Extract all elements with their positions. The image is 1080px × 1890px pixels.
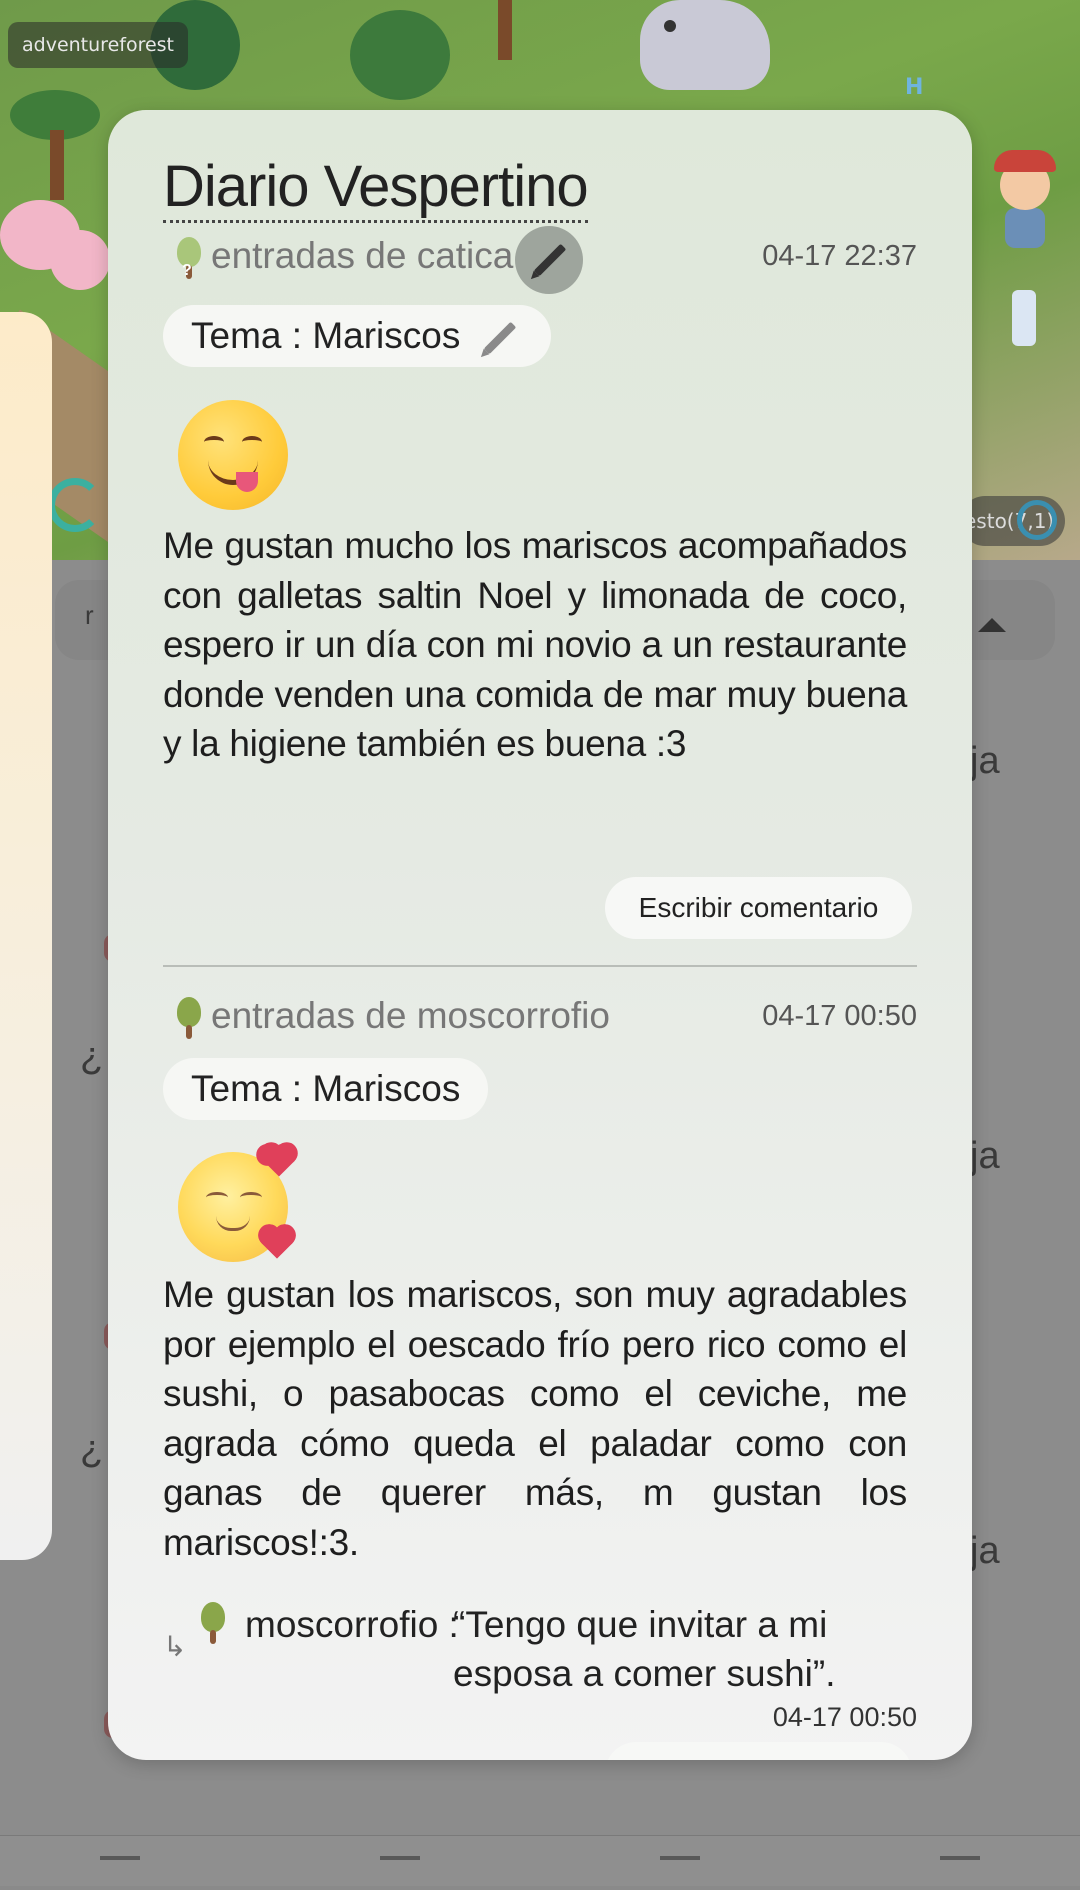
reply-text: “Tengo que invitar a mi esposa a comer s… [453,1604,836,1694]
list-fragment: ja [970,1530,1000,1572]
girl-character [990,150,1060,250]
entry-header: ? entradas de catica 04-17 22:37 [163,226,917,294]
comment-reply: ↳ moscorrofio : “Tengo que invitar a mi … [163,1600,917,1732]
bottom-navigation [0,1835,1080,1886]
tree [350,0,450,110]
entry-header: entradas de moscorrofio 04-17 00:50 [163,986,917,1046]
sprout-avatar-icon [199,1602,227,1644]
entry-divider [163,965,917,967]
entry-body: Me gustan los mariscos, son muy agradabl… [163,1274,907,1563]
reply-arrow-icon: ↳ [163,1630,187,1663]
cherry-blossom [50,230,110,290]
entry-date: 04-17 22:37 [762,240,917,272]
side-drawer-panel[interactable] [0,312,52,1560]
list-fragment: ¿ [80,1428,104,1470]
tree [470,0,540,60]
yum-face-icon [178,400,288,510]
topic-chip[interactable]: Tema : Mariscos [163,1058,489,1120]
entry-date: 04-17 00:50 [762,1000,917,1032]
topic-label: Tema : Mariscos [191,315,461,356]
entry-author: ? entradas de catica [163,226,513,286]
sprout-avatar-icon [175,997,203,1040]
location-tag: adventureforest [8,22,188,68]
bottle-item [1012,290,1036,346]
edit-topic-pencil-icon[interactable] [479,318,523,358]
entry-author: entradas de moscorrofio [163,986,610,1046]
list-fragment: ja [970,740,1000,782]
collapse-chevron-icon[interactable] [978,618,1006,632]
entry-author-label: entradas de catica [211,235,514,276]
diary-modal: Diario Vespertino ? entradas de catica 0… [108,110,972,1760]
sprout-avatar-icon: ? [175,237,203,280]
rotate-icon [1017,500,1057,540]
heart-icon [261,1227,293,1259]
hippo-character [640,0,770,90]
topic-chip[interactable]: Tema : Mariscos [163,305,551,367]
write-comment-button[interactable]: Escribir comentario [605,877,912,939]
list-fragment: ¿ [80,1035,104,1077]
reply-author: moscorrofio : [245,1604,459,1645]
pencil-icon [533,243,567,277]
letter-h-sign: H [905,75,924,100]
palm-tree [10,90,100,200]
entry-body: Me gustan mucho los mariscos acompañados… [163,525,907,764]
reply-date: 04-17 00:50 [772,1702,917,1732]
diary-title: Diario Vespertino [163,154,589,223]
topic-label: Tema : Mariscos [191,1068,461,1109]
refresh-icon[interactable] [48,478,102,532]
entry-author-label: entradas de moscorrofio [211,995,610,1036]
edit-entry-button[interactable] [515,226,583,294]
position-pill[interactable]: esto(7,1) [960,496,1065,546]
list-fragment: ja [970,1135,1000,1177]
write-comment-button[interactable]: Escribir comentario [605,1742,912,1760]
